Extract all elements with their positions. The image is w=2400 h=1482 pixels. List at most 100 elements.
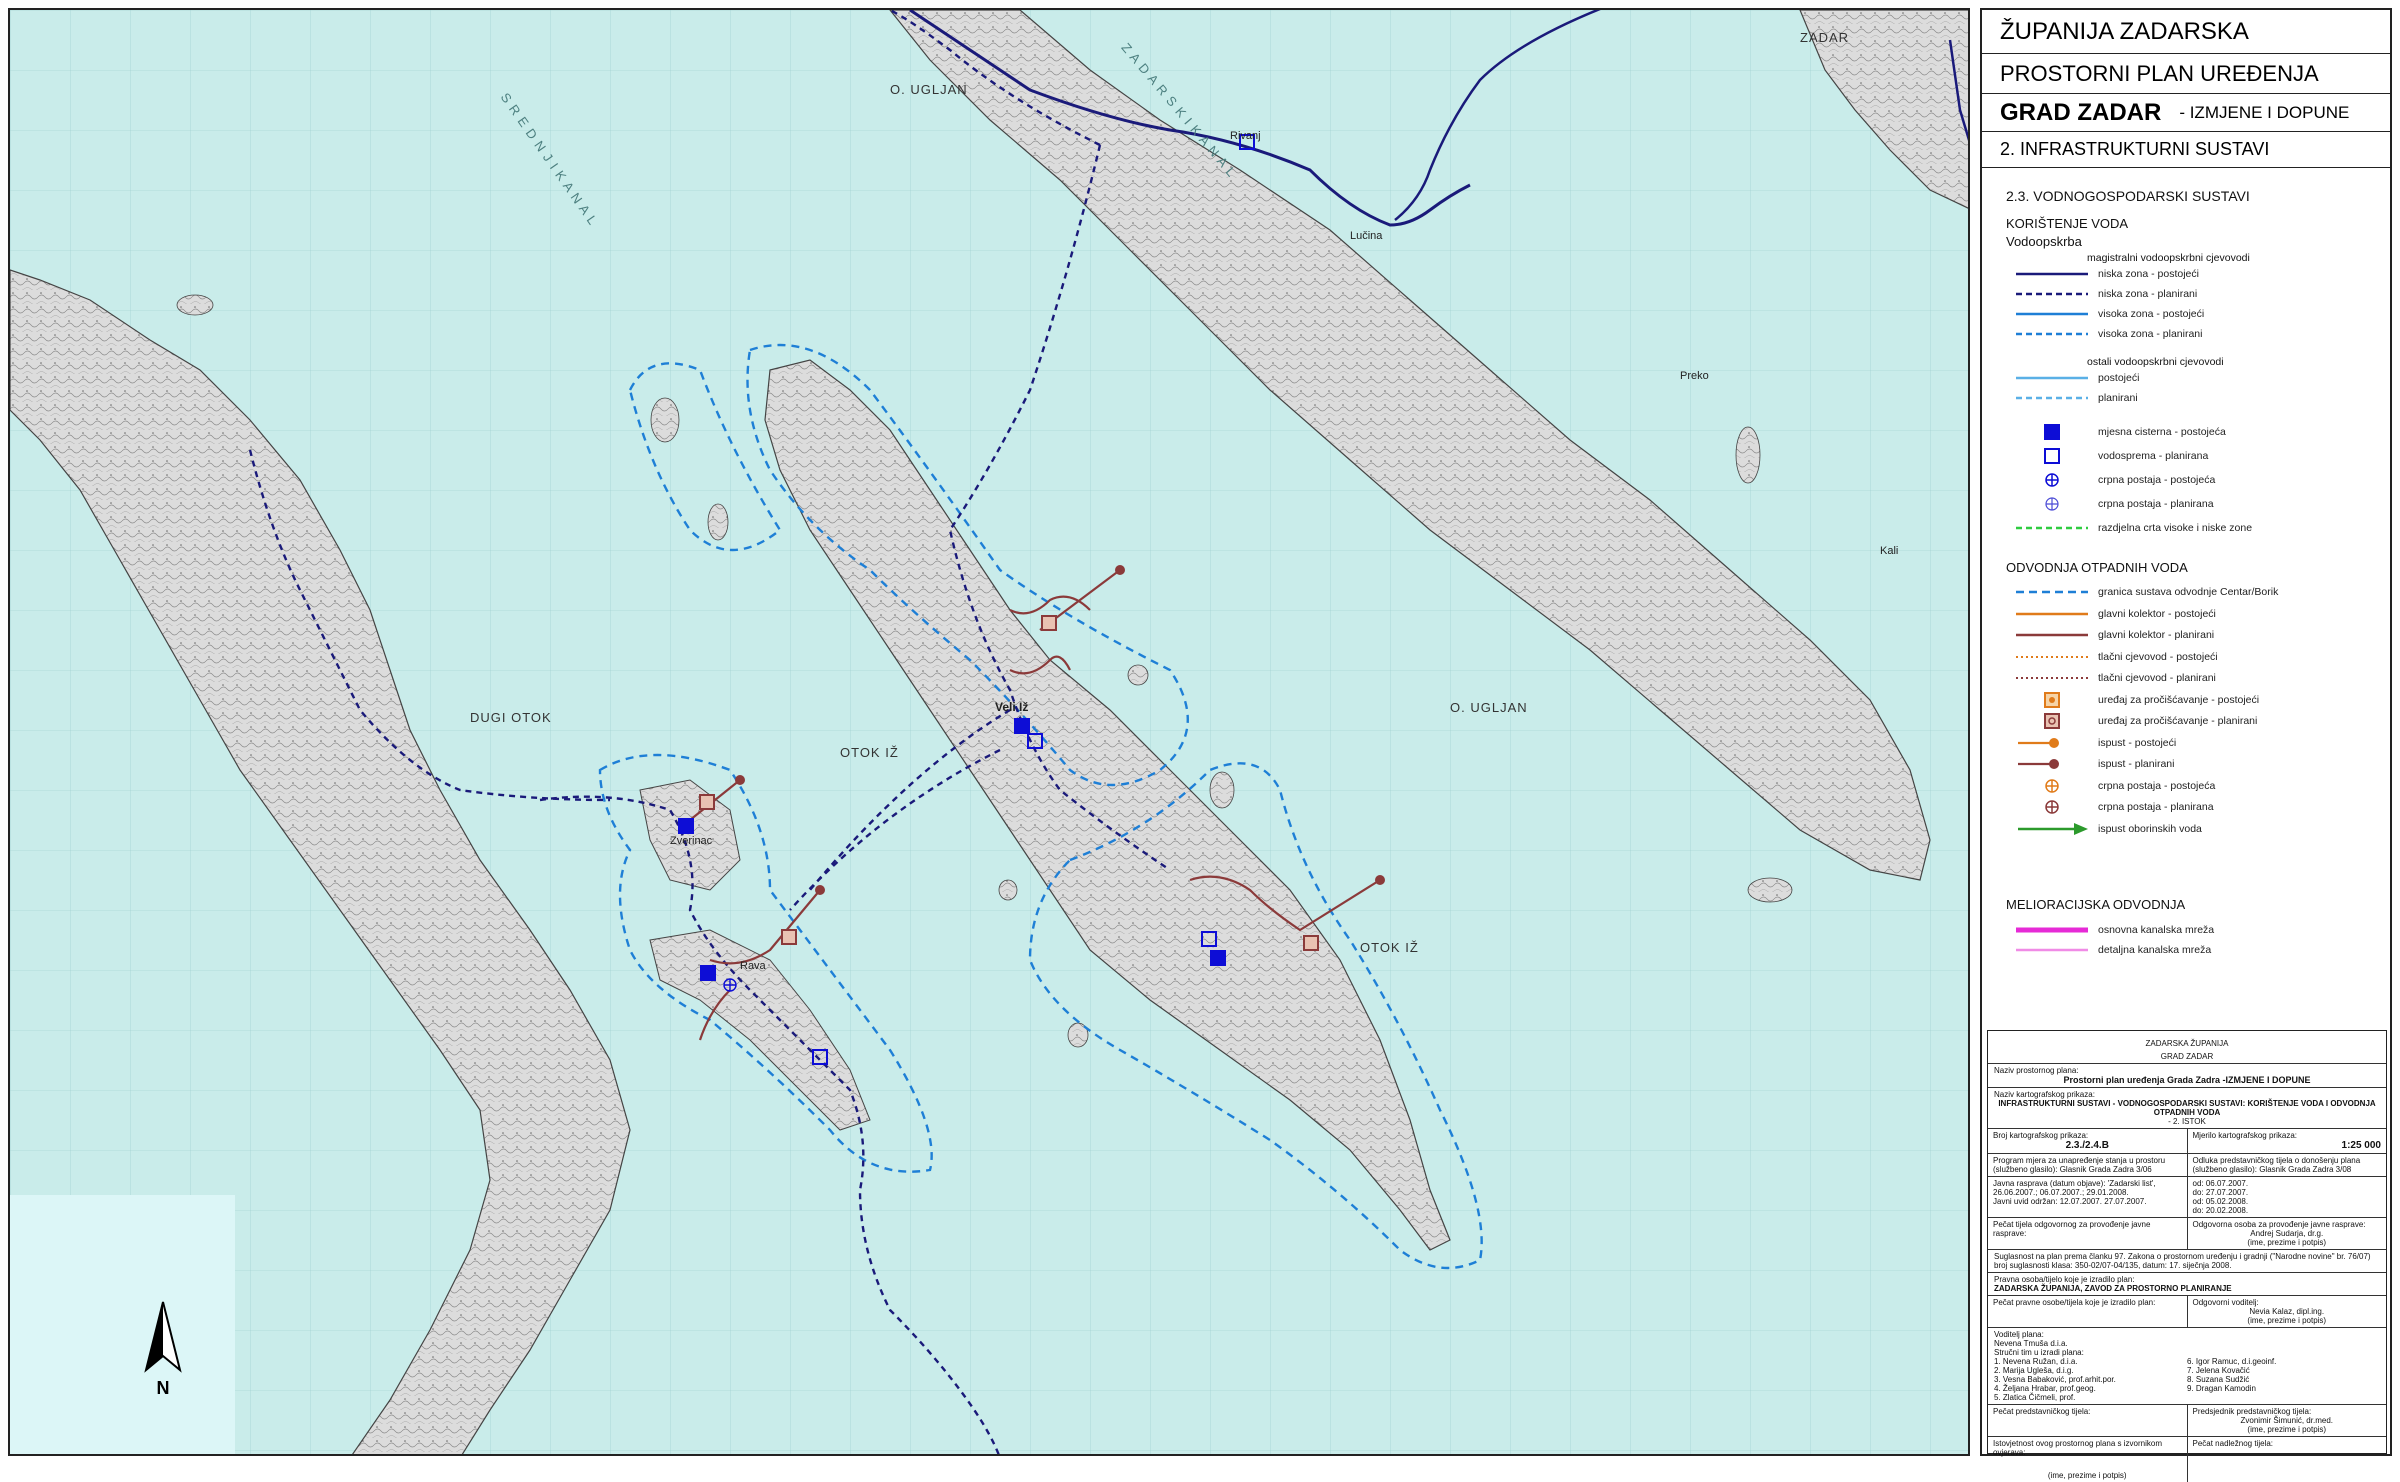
legend-label: vodosprema - planirana: [2098, 450, 2209, 462]
north-label: N: [156, 1378, 170, 1398]
legend-label: crpna postaja - postojeća: [2098, 474, 2216, 486]
tb-top2: GRAD ZADAR: [1988, 1050, 2386, 1064]
legend-label: uređaj za pročišćavanje - postojeći: [2098, 693, 2260, 706]
legend-symbol-icon: [2012, 264, 2092, 284]
tb-debate-row: Javna rasprava (datum objave): 'Zadarski…: [1988, 1177, 2386, 1218]
team-member: 2. Marija Ugleša, d.i.g.: [1994, 1366, 2074, 1375]
legend-panel: ŽUPANIJA ZADARSKA PROSTORNI PLAN UREĐENJ…: [1980, 8, 2392, 1482]
legend-label: uređaj za pročišćavanje - planirani: [2098, 715, 2258, 727]
tb-map-sub: - 2. ISTOK: [2168, 1117, 2206, 1126]
tb-resp: Odgovorna osoba za provođenje javne rasp…: [2192, 1220, 2366, 1229]
tb-num: 2.3./2.4.B: [2065, 1140, 2109, 1151]
tb-insight-from: od: 06.07.2007.: [2192, 1179, 2249, 1188]
place-label: DUGI OTOK: [470, 710, 552, 725]
legend-symbol-icon: [2012, 690, 2092, 710]
place-label: Lučina: [1350, 230, 1383, 242]
tb-num-label: Broj kartografskog prikaza:: [1993, 1131, 2089, 1140]
tb-maker-row: Pravna osoba/tijelo koje je izradilo pla…: [1988, 1273, 2386, 1296]
legend-row: tlačni cjevovod - planirani: [2012, 668, 2382, 688]
tb-decision: Odluka predstavničkog tijela o donošenju…: [2186, 1154, 2387, 1176]
legend-row: niska zona - postojeći: [2012, 264, 2382, 284]
tb-map: Naziv kartografskog prikaza: INFRASTRUKT…: [1988, 1088, 2386, 1129]
legend-symbol-icon: [2012, 625, 2092, 645]
section-title: 2. INFRASTRUKTURNI SUSTAVI: [1982, 132, 2390, 168]
islet: [1747, 877, 1793, 903]
legend-symbol-icon: [2012, 647, 2092, 667]
legend-label: ispust - postojeći: [2098, 736, 2177, 749]
team-member: 3. Vesna Babaković, prof.arhit.por.: [1994, 1375, 2116, 1384]
legend-symbol-icon: [2012, 388, 2092, 408]
tb-seal4: Pečat nadležnog tijela:: [2186, 1437, 2387, 1482]
team-member: 9. Dragan Kamodin: [2187, 1384, 2256, 1393]
tb-insight-to: do: 27.07.2007.: [2192, 1188, 2249, 1197]
legend-symbol-icon: [2012, 733, 2092, 753]
tb-resp-name: Andrej Sudarja, dr.g.: [2250, 1229, 2324, 1238]
legend-row: vodosprema - planirana: [2012, 446, 2382, 466]
islet: [1735, 426, 1761, 484]
legend-symbol-icon: [2012, 470, 2092, 490]
legend-row: crpna postaja - planirana: [2012, 797, 2382, 817]
tb-debate: Javna rasprava (datum objave): 'Zadarski…: [1993, 1179, 2156, 1197]
tb-certify: Istovjetnost ovog prostornog plana s izv…: [1993, 1439, 2162, 1457]
legend-symbol-icon: [2012, 446, 2092, 466]
county-title: ŽUPANIJA ZADARSKA: [1982, 10, 2390, 54]
supply-heading: Vodoopskrba: [2006, 234, 2082, 249]
place-label: Kali: [1880, 545, 1899, 557]
map-view[interactable]: O. UGLJAN ZADAR DUGI OTOK OTOK IŽ O. UGL…: [8, 8, 1970, 1456]
tb-number-row: Broj kartografskog prikaza: 2.3./2.4.B M…: [1988, 1129, 2386, 1154]
islet: [650, 397, 680, 443]
tb-manager: Odgovorni voditelj:: [2192, 1298, 2259, 1307]
legend-label: crpna postaja - planirana: [2098, 801, 2214, 813]
place-label: Rava: [740, 960, 766, 972]
tb-team-label: Stručni tim u izradi plana:: [1994, 1348, 2084, 1357]
legend-symbol-icon: [2012, 819, 2092, 839]
tb-chairman-name: Zvonimir Šimunić, dr.med.: [2240, 1416, 2333, 1425]
legend-symbol-icon: [2012, 754, 2092, 774]
legend-label: razdjelna crta visoke i niske zone: [2098, 522, 2253, 534]
tb-team-left: 1. Nevena Ružan, d.i.a. 2. Marija Ugleša,…: [1994, 1357, 2187, 1402]
legend-heading: 2.3. VODNOGOSPODARSKI SUSTAVI: [2006, 188, 2250, 204]
map-canvas: [10, 10, 1968, 1454]
legend-label: crpna postaja - postojeća: [2098, 779, 2216, 792]
legend-row: uređaj za pročišćavanje - postojeći: [2012, 690, 2382, 710]
tb-plan-label: Naziv prostornog plana:: [1994, 1066, 2079, 1075]
legend-symbol-icon: [2012, 668, 2092, 688]
tb-seal3: Pečat predstavničkog tijela:: [1993, 1407, 2091, 1416]
tb-seal1: Pečat tijela odgovornog za provođenje ja…: [1993, 1220, 2151, 1238]
legend-symbol-icon: [2012, 284, 2092, 304]
legend-symbol-icon: [2012, 582, 2092, 602]
legend-row: mjesna cisterna - postojeća: [2012, 422, 2382, 442]
tb-consent: Suglasnost na plan prema članku 97. Zako…: [1988, 1250, 2386, 1273]
city-suffix: - IZMJENE I DOPUNE: [2179, 102, 2350, 122]
tb-manager-row: Pečat pravne osobe/tijela koje je izradi…: [1988, 1296, 2386, 1328]
legend-row: planirani: [2012, 388, 2382, 408]
place-label: O. UGLJAN: [890, 82, 968, 97]
legend-symbol-icon: [2012, 604, 2092, 624]
tb-maker: ZADARSKA ŽUPANIJA, ZAVOD ZA PROSTORNO PL…: [1994, 1284, 2232, 1293]
legend-row: tlačni cjevovod - postojeći: [2012, 647, 2382, 667]
place-label: Zverinac: [670, 835, 713, 847]
tb-sign: (ime, prezime i potpis): [2047, 1471, 2127, 1480]
title-block: ZADARSKA ŽUPANIJA GRAD ZADAR Naziv prost…: [1987, 1030, 2387, 1482]
legend-row: ispust - planirani: [2012, 754, 2382, 774]
place-label: OTOK IŽ: [1360, 940, 1419, 955]
team-member: 1. Nevena Ružan, d.i.a.: [1994, 1357, 2078, 1366]
legend-symbol-icon: [2012, 422, 2092, 442]
tb-repeat-to: do: 20.02.2008.: [2192, 1206, 2249, 1215]
tb-lead-label: Voditelj plana:: [1994, 1330, 2044, 1339]
legend-label: glavni kolektor - postojeći: [2098, 607, 2216, 620]
legend-label: granica sustava odvodnje Centar/Borik: [2098, 586, 2279, 598]
tb-resp-row: Pečat tijela odgovornog za provođenje ja…: [1988, 1218, 2386, 1250]
main-pipe-heading: magistralni vodoopskrbni cjevovodi: [2087, 252, 2250, 264]
water-use-heading: KORIŠTENJE VODA: [2006, 216, 2129, 231]
tb-insight: Javni uvid održan: 12.07.2007. 27.07.200…: [1993, 1197, 2147, 1206]
legend-symbol-icon: [2012, 711, 2092, 731]
legend-label: niska zona - planirani: [2098, 288, 2198, 300]
team-member: 7. Jelena Kovačić: [2187, 1366, 2250, 1375]
waste-heading: ODVODNJA OTPADNIH VODA: [2006, 560, 2188, 575]
legend-row: uređaj za pročišćavanje - planirani: [2012, 711, 2382, 731]
place-label: Preko: [1680, 370, 1709, 382]
legend-label: tlačni cjevovod - planirani: [2098, 672, 2216, 684]
tb-seal2: Pečat pravne osobe/tijela koje je izradi…: [1993, 1298, 2156, 1307]
city-title: GRAD ZADAR: [2000, 98, 2162, 126]
